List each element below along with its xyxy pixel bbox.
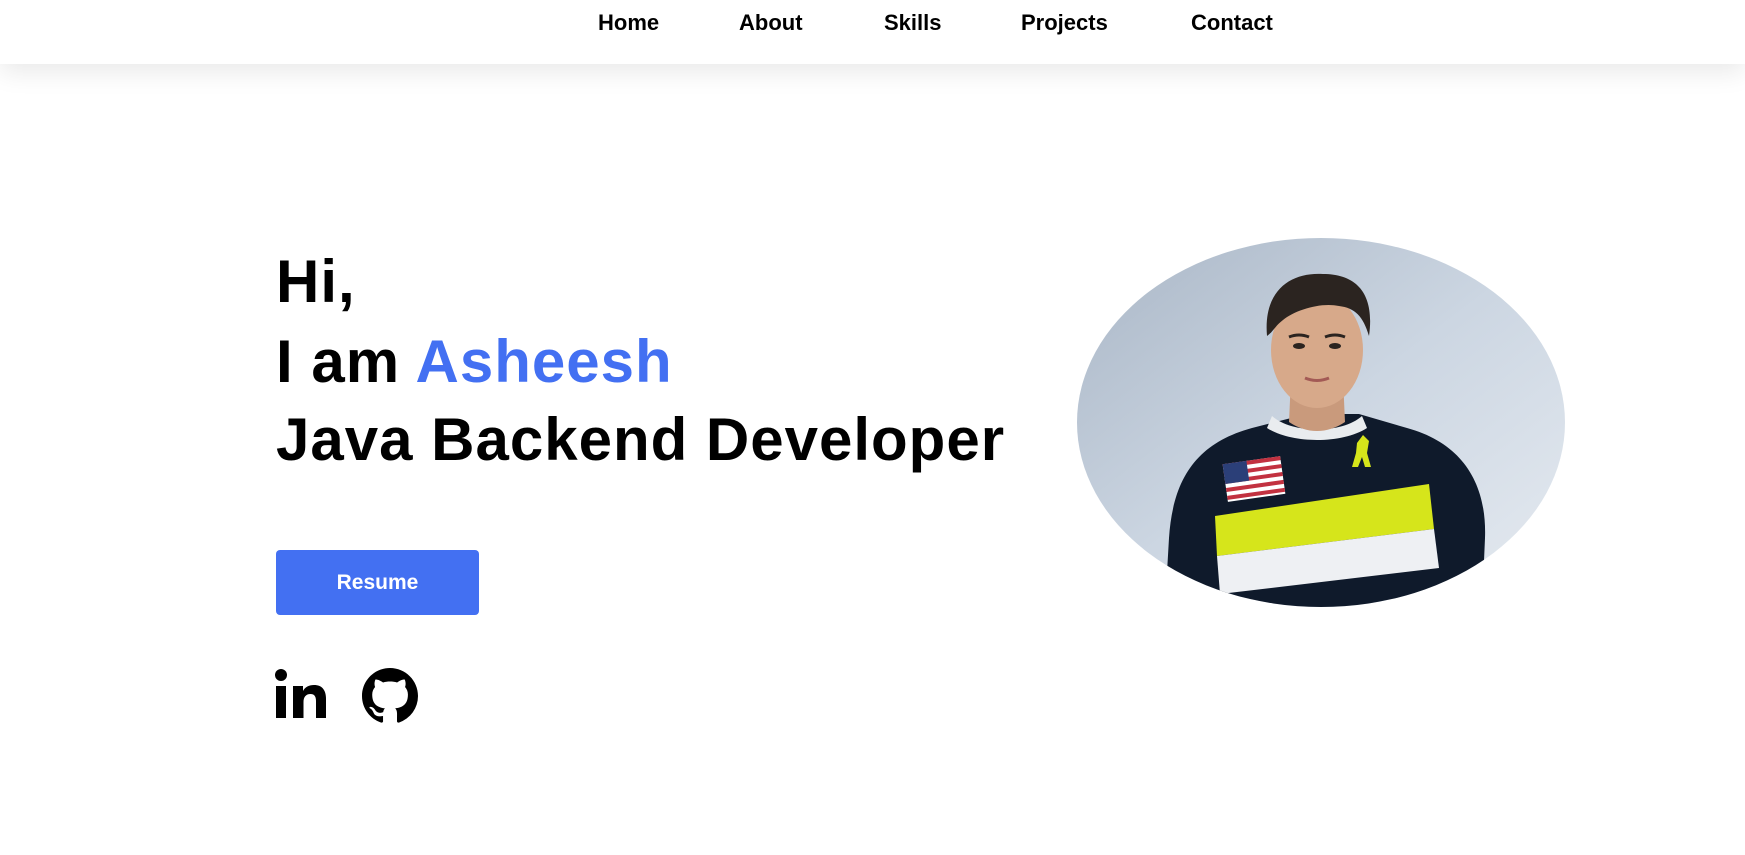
resume-button[interactable]: Resume	[276, 550, 479, 615]
hero-intro-prefix: I am	[276, 328, 416, 395]
hero-role: Java Backend Developer	[276, 406, 1006, 473]
github-link[interactable]	[362, 668, 418, 729]
top-navbar: Home About Skills Projects Contact	[0, 0, 1745, 64]
hero-intro: I am Asheesh	[276, 332, 673, 392]
linkedin-link[interactable]	[274, 668, 330, 729]
nav-contact-link[interactable]: Contact	[1191, 10, 1273, 36]
profile-illustration	[1077, 238, 1565, 607]
nav-skills-link[interactable]: Skills	[884, 10, 941, 36]
profile-photo	[1077, 238, 1565, 607]
nav-about-link[interactable]: About	[739, 10, 803, 36]
linkedin-icon	[275, 669, 326, 718]
nav-projects-link[interactable]: Projects	[1021, 10, 1108, 36]
nav-home-link[interactable]: Home	[598, 10, 659, 36]
github-icon	[362, 668, 418, 723]
hero-name: Asheesh	[415, 328, 673, 395]
hero-greeting: Hi,	[276, 248, 356, 315]
